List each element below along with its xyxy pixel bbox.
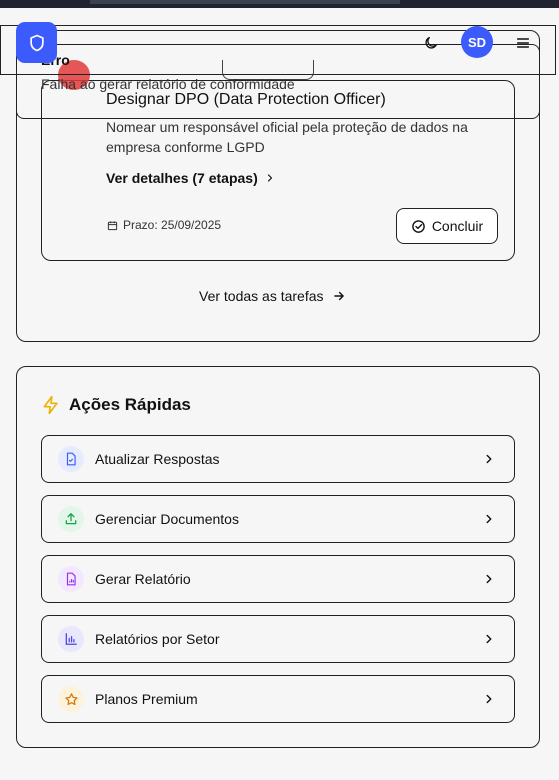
task-details-link[interactable]: Ver detalhes (7 etapas) [106,170,276,186]
quick-action-label: Relatórios por Setor [95,631,220,647]
app-logo[interactable] [16,22,57,63]
arrow-right-icon [333,291,344,301]
view-all-label: Ver todas as tarefas [199,288,324,304]
menu-button[interactable] [510,30,536,56]
calendar-icon [107,220,118,230]
complete-task-button[interactable]: Concluir [396,208,498,244]
task-details-label: Ver detalhes (7 etapas) [106,170,258,186]
quick-action-manage-documents[interactable]: Gerenciar Documentos [41,495,515,543]
quick-action-premium-plans[interactable]: Planos Premium [41,675,515,723]
file-chart-icon [58,566,84,592]
theme-toggle-button[interactable] [418,30,444,56]
quick-actions-title: Ações Rápidas [69,395,191,414]
view-all-tasks-link[interactable]: Ver todas as tarefas [199,288,346,304]
task-description: Nomear um responsável oficial pela prote… [106,119,468,155]
chevron-right-icon [482,572,496,586]
quick-action-label: Atualizar Respostas [95,451,220,467]
deadline-text: Prazo: 25/09/2025 [123,218,222,232]
complete-label: Concluir [431,218,484,234]
chevron-right-icon [482,692,496,706]
quick-action-generate-report[interactable]: Gerar Relatório [41,555,515,603]
menu-icon [516,38,530,48]
check-circle-icon [412,219,425,233]
chevron-right-icon [267,174,272,182]
chevron-right-icon [482,512,496,526]
moon-icon [425,37,437,49]
toast-message: Falha ao gerar relatório de conformidade [41,76,295,92]
task-deadline: Prazo: 25/09/2025 [107,218,221,232]
lightning-icon [43,395,58,415]
quick-actions-heading: Ações Rápidas [41,395,191,415]
quick-action-update-answers[interactable]: Atualizar Respostas [41,435,515,483]
bar-chart-icon [58,626,84,652]
shield-icon [29,34,44,51]
user-avatar[interactable]: SD [461,26,493,58]
browser-top-strip [0,0,559,8]
quick-action-label: Gerar Relatório [95,571,191,587]
chevron-right-icon [482,452,496,466]
star-icon [58,686,84,712]
file-check-icon [58,446,84,472]
upload-icon [58,506,84,532]
quick-action-sector-reports[interactable]: Relatórios por Setor [41,615,515,663]
chevron-right-icon [482,632,496,646]
quick-action-label: Gerenciar Documentos [95,511,239,527]
task-title: Designar DPO (Data Protection Officer) [106,91,386,108]
quick-action-label: Planos Premium [95,691,198,707]
